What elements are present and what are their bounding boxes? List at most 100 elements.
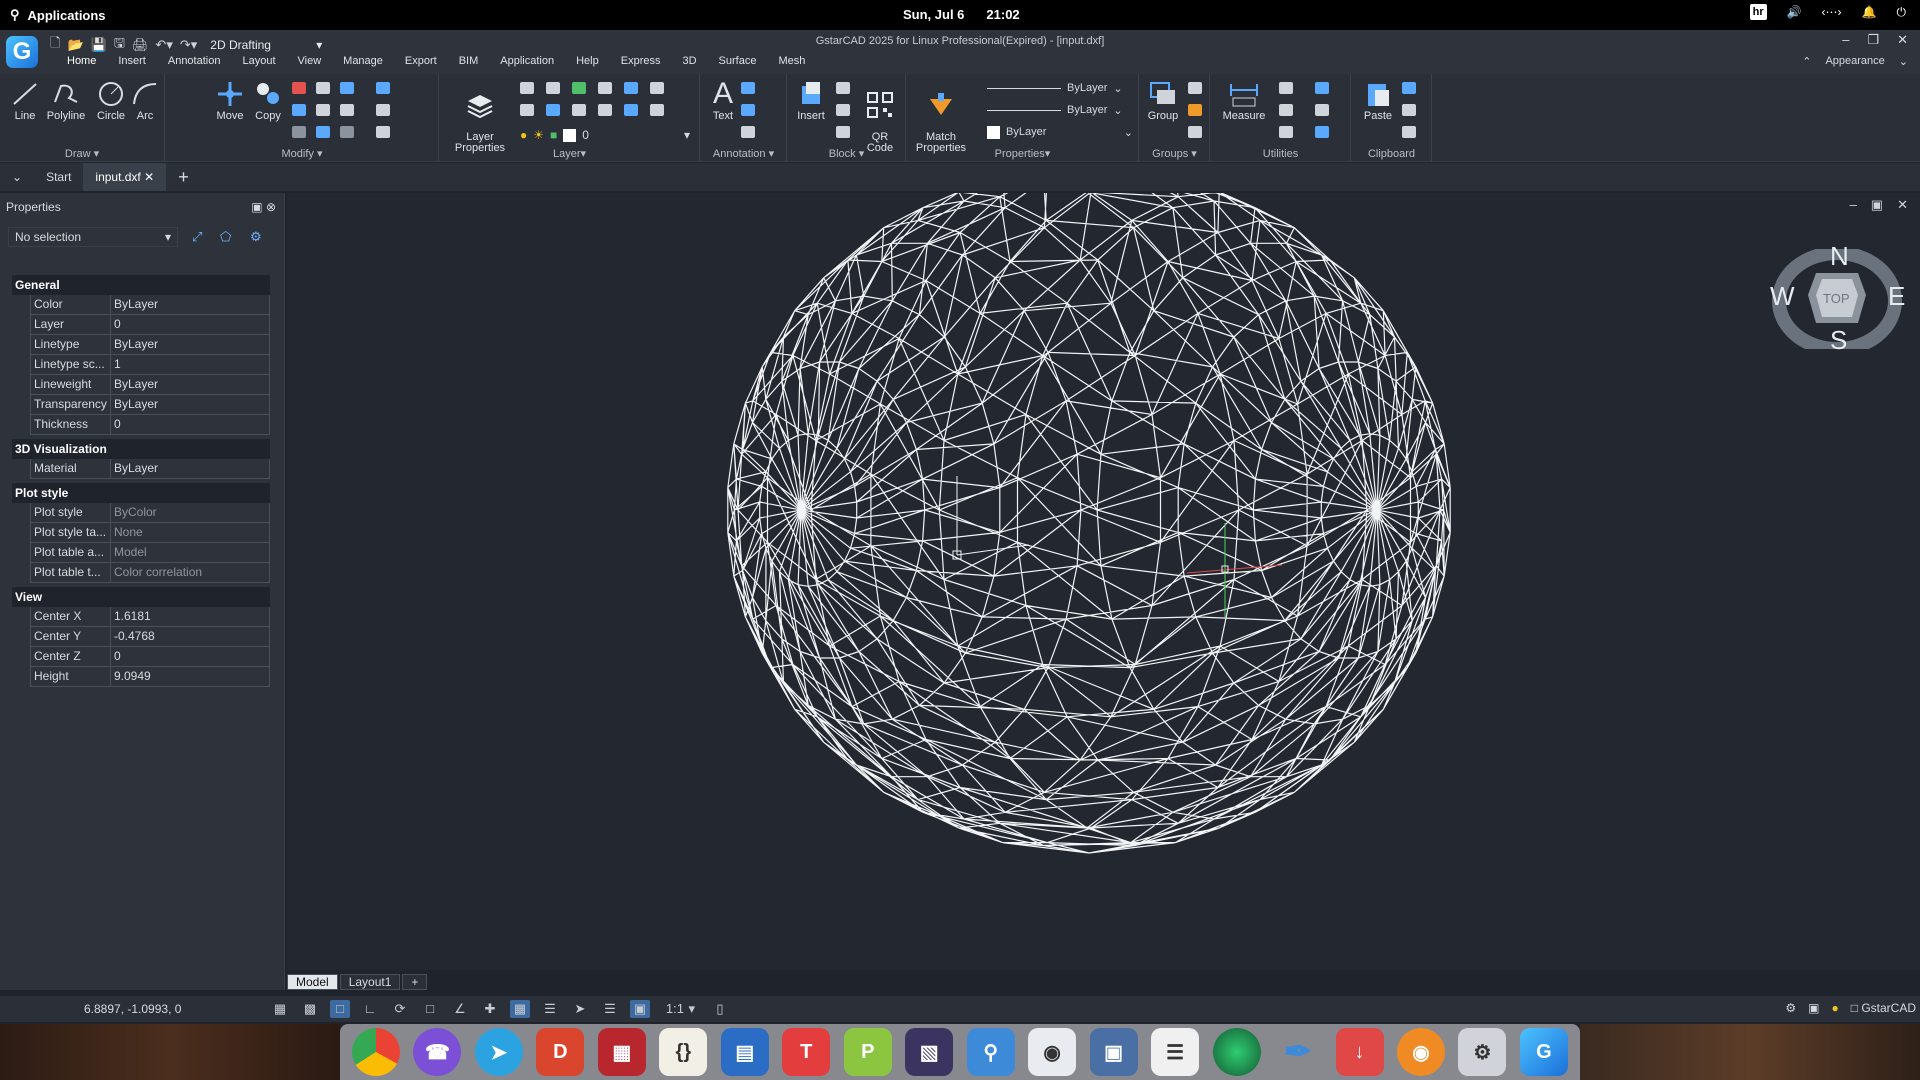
layer-delete-icon[interactable]: [598, 104, 612, 116]
tab-layout1[interactable]: Layout1: [339, 974, 401, 990]
linetype-dropdown[interactable]: ByLayer ⌄: [987, 80, 1133, 96]
layer-on-icon[interactable]: [572, 82, 586, 94]
tab-export[interactable]: Export: [394, 55, 448, 67]
annotation-scale-icon[interactable]: 1:1 ▾: [660, 1000, 700, 1018]
brackets-icon[interactable]: {}: [659, 1028, 708, 1076]
ortho-icon[interactable]: ∟: [360, 1000, 380, 1018]
trim-icon[interactable]: [316, 82, 330, 94]
tools-icon[interactable]: ⚙: [1458, 1028, 1507, 1076]
property-value[interactable]: 0: [111, 415, 269, 434]
tab-list-chevron-icon[interactable]: ⌄: [0, 163, 34, 191]
writer-icon[interactable]: ▤: [720, 1028, 769, 1076]
section-header[interactable]: General: [12, 275, 270, 295]
selection-dropdown[interactable]: No selection ▾: [8, 227, 178, 247]
collapse-ribbon-icon[interactable]: ⌃: [1802, 55, 1811, 68]
property-row[interactable]: Transparency ByLayer: [30, 395, 270, 415]
layer-copy-icon[interactable]: [624, 104, 638, 116]
property-row[interactable]: Color ByLayer: [30, 295, 270, 315]
arc-tool[interactable]: Arc: [130, 80, 160, 122]
property-row[interactable]: Linetype sc... 1: [30, 355, 270, 375]
fence-select-icon[interactable]: [1315, 126, 1329, 138]
quick-select-icon[interactable]: [1279, 104, 1293, 116]
view-cube[interactable]: N S E W TOP: [1770, 241, 1905, 356]
property-value[interactable]: Color correlation: [111, 563, 269, 582]
layer-thaw-icon[interactable]: [650, 104, 664, 116]
tab-annotation[interactable]: Annotation: [157, 55, 232, 67]
section-header[interactable]: Plot style: [12, 483, 270, 503]
block-create-icon[interactable]: [836, 104, 850, 116]
layer-lock-icon[interactable]: [624, 82, 638, 94]
layer-match-icon[interactable]: [650, 82, 664, 94]
fillet-icon[interactable]: [376, 104, 390, 116]
extend-icon[interactable]: [340, 82, 354, 94]
property-value[interactable]: ByColor: [111, 503, 269, 522]
property-value[interactable]: ByLayer: [111, 395, 269, 414]
match-properties-tool[interactable]: Match Properties: [913, 80, 969, 154]
property-row[interactable]: Plot style ByColor: [30, 503, 270, 523]
property-row[interactable]: Plot table a... Model: [30, 543, 270, 563]
power-icon[interactable]: ⏻: [1897, 5, 1907, 20]
network-icon[interactable]: ‹⋯›: [1822, 5, 1842, 19]
model-space-icon[interactable]: ▦: [270, 1000, 290, 1018]
property-value[interactable]: 1: [111, 355, 269, 374]
tab-input-dxf[interactable]: input.dxf ✕: [83, 163, 167, 191]
clean-screen-icon[interactable]: ▯: [710, 1000, 730, 1018]
gstarcad-dock-icon[interactable]: G: [1519, 1028, 1568, 1076]
property-value[interactable]: 1.6181: [111, 607, 269, 626]
tab-surface[interactable]: Surface: [708, 55, 768, 67]
select-all-icon[interactable]: [1315, 82, 1329, 94]
notification-icon[interactable]: 🔔: [1862, 5, 1877, 19]
ebook-icon[interactable]: ▧: [905, 1028, 954, 1076]
property-value[interactable]: 0: [111, 315, 269, 334]
dynamic-ucs-icon[interactable]: ✚: [480, 1000, 500, 1018]
line-tool[interactable]: Line: [8, 80, 42, 122]
tab-express[interactable]: Express: [610, 55, 672, 67]
measure-tool[interactable]: Measure: [1219, 80, 1269, 122]
downloader-icon[interactable]: ↓: [1335, 1028, 1384, 1076]
tab-bim[interactable]: BIM: [448, 55, 490, 67]
globe-icon[interactable]: [1212, 1028, 1261, 1076]
property-value[interactable]: None: [111, 523, 269, 542]
appearance-menu[interactable]: ⌃ Appearance ⌄: [1802, 55, 1908, 68]
selection-cycling-icon[interactable]: ➤: [570, 1000, 590, 1018]
restore-icon[interactable]: ❐: [1867, 32, 1879, 48]
property-value[interactable]: 9.0949: [111, 667, 269, 686]
chrome-icon[interactable]: [352, 1028, 400, 1076]
lineweight-dropdown[interactable]: ByLayer ⌄: [987, 102, 1133, 118]
finder-icon[interactable]: ⚲: [966, 1028, 1015, 1076]
snap-icon[interactable]: □: [330, 1000, 350, 1018]
block-edit-icon[interactable]: [836, 82, 850, 94]
volume-icon[interactable]: 🔊: [1787, 5, 1802, 19]
applications-menu[interactable]: ⚲ Applications: [0, 7, 106, 23]
telegram-icon[interactable]: ➤: [474, 1028, 523, 1076]
text-tool[interactable]: A Text: [705, 79, 741, 123]
close-icon[interactable]: ✕: [1897, 32, 1908, 48]
compass-east[interactable]: E: [1888, 281, 1905, 312]
id-point-icon[interactable]: [1279, 82, 1293, 94]
pen-icon[interactable]: ✒: [1274, 1028, 1322, 1076]
compass-west[interactable]: W: [1770, 281, 1795, 312]
copy-tool[interactable]: Copy: [248, 80, 288, 122]
select-objects-icon[interactable]: ⬠: [220, 229, 236, 245]
block-attribute-icon[interactable]: [836, 126, 850, 138]
property-value[interactable]: -0.4768: [111, 627, 269, 646]
add-layout-button[interactable]: +: [402, 974, 428, 990]
tab-layout[interactable]: Layout: [231, 55, 286, 67]
modify-panel-title[interactable]: Modify ▾: [166, 147, 438, 160]
object-snap-tracking-icon[interactable]: ∠: [450, 1000, 470, 1018]
group-select-icon[interactable]: [1188, 126, 1202, 138]
layer-state-icon[interactable]: [520, 82, 534, 94]
drawing-canvas[interactable]: – ▣ ✕ N S E W TOP: [287, 193, 1920, 970]
property-row[interactable]: Material ByLayer: [30, 459, 270, 479]
property-value[interactable]: ByLayer: [111, 375, 269, 394]
property-value[interactable]: Model: [111, 543, 269, 562]
property-row[interactable]: Center X 1.6181: [30, 607, 270, 627]
ungroup-icon[interactable]: [1188, 82, 1202, 94]
property-row[interactable]: Plot table t... Color correlation: [30, 563, 270, 583]
compass-south[interactable]: S: [1830, 325, 1847, 356]
layer-properties-tool[interactable]: Layer Properties: [452, 80, 508, 154]
paste-tool[interactable]: Paste: [1360, 80, 1396, 122]
property-row[interactable]: Center Z0: [30, 647, 270, 667]
settings-toggle-icon[interactable]: ◉: [1028, 1028, 1077, 1076]
tab-manage[interactable]: Manage: [332, 55, 394, 67]
